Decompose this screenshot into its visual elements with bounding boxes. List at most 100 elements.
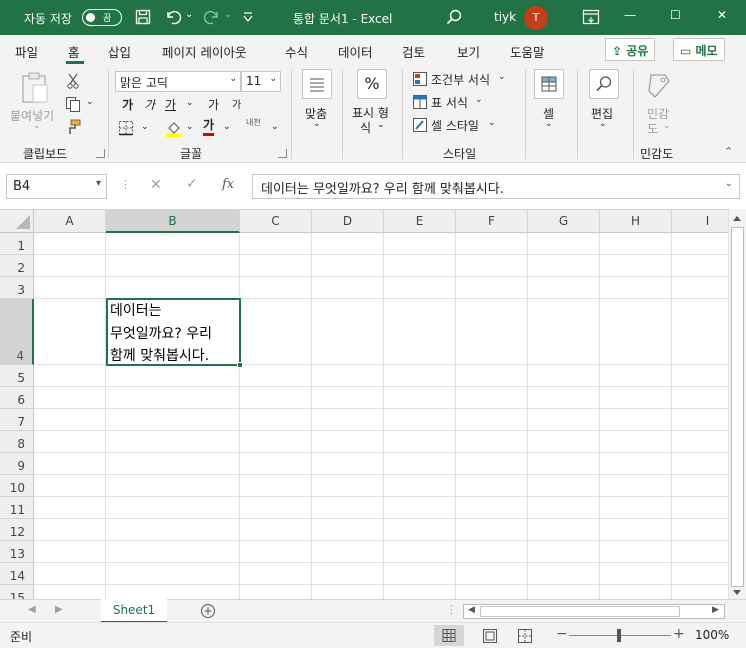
column-header-a[interactable]: A [34,210,106,233]
increase-font-button[interactable]: 가 [208,96,219,113]
format-painter-icon[interactable] [65,119,81,135]
chevron-down-icon[interactable]: ⌄ [313,119,321,129]
name-box-dropdown-icon[interactable]: ▾ [96,178,101,189]
worksheet-grid[interactable]: ABCDEFGHI 1 2 3 4 5 6 7 8 9 10 11 12 13 14 15 데이터는 무엇일… [0,209,728,599]
zoom-level[interactable]: 100% [695,628,729,642]
undo-icon[interactable] [164,8,182,26]
ribbon-display-options-icon[interactable] [582,9,600,25]
autosave-toggle[interactable]: 끔 [82,9,122,26]
tab-page-layout[interactable]: 페이지 레이아웃 [162,42,246,61]
redo-icon[interactable] [203,8,221,26]
vertical-scroll-thumb[interactable] [731,227,744,587]
close-button[interactable]: ✕ [717,8,727,22]
italic-button[interactable]: 가 [144,96,155,113]
tab-help[interactable]: 도움말 [510,42,545,61]
scroll-down-arrow-icon[interactable] [732,589,742,597]
horizontal-scrollbar[interactable]: ◀ ▶ [463,604,725,619]
number-format-button[interactable]: % [357,69,387,99]
row-header-9[interactable]: 9 [0,453,34,475]
comments-button[interactable]: ▭ 메모 [673,38,725,61]
zoom-out-button[interactable]: − [556,626,568,642]
minimize-button[interactable]: — [624,8,636,22]
share-button[interactable]: ⇪ 공유 [605,38,656,61]
zoom-slider-thumb[interactable] [617,629,621,642]
avatar[interactable]: T [524,6,548,30]
alignment-button[interactable] [302,69,332,99]
column-header-e[interactable]: E [384,210,456,233]
row-header-12[interactable]: 12 [0,519,34,541]
tab-review[interactable]: 검토 [402,42,425,61]
font-size-select[interactable]: 11 ⌄ [241,71,281,92]
phonetic-dropdown-icon[interactable]: ⌄ [271,122,279,132]
column-header-b[interactable]: B [106,210,240,233]
borders-icon[interactable] [118,120,134,136]
zoom-in-button[interactable]: + [673,626,685,642]
column-header-d[interactable]: D [312,210,384,233]
tab-insert[interactable]: 삽입 [108,42,131,61]
chevron-down-icon[interactable]: ⌄ [663,121,671,131]
column-header-g[interactable]: G [528,210,600,233]
tab-view[interactable]: 보기 [457,42,480,61]
active-cell-b4[interactable]: 데이터는 무엇일까요? 우리 함께 맞춰봅시다. [106,298,241,366]
row-header-14[interactable]: 14 [0,563,34,585]
copy-dropdown-icon[interactable]: ⌄ [86,97,94,107]
row-header-2[interactable]: 2 [0,255,34,277]
row-header-1[interactable]: 1 [0,233,34,255]
copy-icon[interactable] [65,96,81,112]
chevron-down-icon[interactable]: ⌄ [488,118,496,128]
paste-dropdown-icon[interactable]: ⌄ [33,121,41,131]
undo-dropdown-icon[interactable]: ⌄ [185,9,193,20]
chevron-down-icon[interactable]: ⌄ [599,119,607,129]
fill-color-icon[interactable] [165,119,183,137]
row-header-4[interactable]: 4 [0,299,34,365]
next-sheet-icon[interactable]: ▶ [55,604,63,615]
column-header-i[interactable]: I [672,210,728,233]
underline-button[interactable]: 가 [165,96,176,113]
tab-file[interactable]: 파일 [15,42,38,61]
font-color-dropdown-icon[interactable]: ⌄ [223,122,231,132]
tab-data[interactable]: 데이터 [338,42,373,61]
add-sheet-icon[interactable] [200,603,216,619]
sensitivity-icon[interactable] [645,71,673,101]
borders-dropdown-icon[interactable]: ⌄ [141,122,149,132]
chevron-down-icon[interactable]: ⌄ [377,120,385,130]
format-as-table-icon[interactable] [412,94,428,110]
row-header-3[interactable]: 3 [0,277,34,299]
formula-input[interactable]: 데이터는 무엇일까요? 우리 함께 맞춰봅시다. ⌄ [252,174,740,199]
phonetic-guide-button[interactable]: 내천 [246,118,266,127]
cut-icon[interactable] [66,73,80,89]
cell-styles-icon[interactable] [412,117,428,133]
row-header-8[interactable]: 8 [0,431,34,453]
paste-icon[interactable] [20,71,50,105]
underline-dropdown-icon[interactable]: ⌄ [186,98,194,108]
format-as-table-button[interactable]: 표 서식 [431,94,468,111]
chevron-down-icon[interactable]: ⌄ [545,119,553,129]
tab-formulas[interactable]: 수식 [285,42,308,61]
scroll-left-arrow-icon[interactable]: ◀ [468,605,475,615]
cell-styles-button[interactable]: 셀 스타일 [431,117,479,134]
prev-sheet-icon[interactable]: ◀ [28,604,36,615]
insert-function-button[interactable]: fx [222,177,234,192]
editing-button[interactable] [589,69,619,99]
page-layout-view-icon[interactable] [482,628,498,644]
conditional-formatting-icon[interactable] [412,71,428,87]
row-header-7[interactable]: 7 [0,409,34,431]
font-name-select[interactable]: 맑은 고딕 ⌄ [115,71,241,92]
page-break-preview-icon[interactable] [517,628,533,644]
tab-split-handle-icon[interactable]: ⋮ [446,603,457,616]
conditional-formatting-button[interactable]: 조건부 서식 [431,71,490,88]
row-header-6[interactable]: 6 [0,387,34,409]
tab-home[interactable]: 홈 [68,42,80,61]
sensitivity-label-2[interactable]: 도 [647,120,658,137]
search-icon[interactable] [446,9,462,25]
column-header-f[interactable]: F [456,210,528,233]
customize-qat-icon[interactable] [242,11,254,23]
bold-button[interactable]: 가 [122,96,133,113]
normal-view-button[interactable] [434,625,464,646]
scroll-up-arrow-icon[interactable] [732,214,742,222]
fill-handle[interactable] [237,362,243,368]
clipboard-launcher-icon[interactable] [96,149,105,158]
row-header-10[interactable]: 10 [0,475,34,497]
expand-formula-bar-icon[interactable]: ⌄ [725,178,733,189]
fill-color-dropdown-icon[interactable]: ⌄ [186,122,194,132]
